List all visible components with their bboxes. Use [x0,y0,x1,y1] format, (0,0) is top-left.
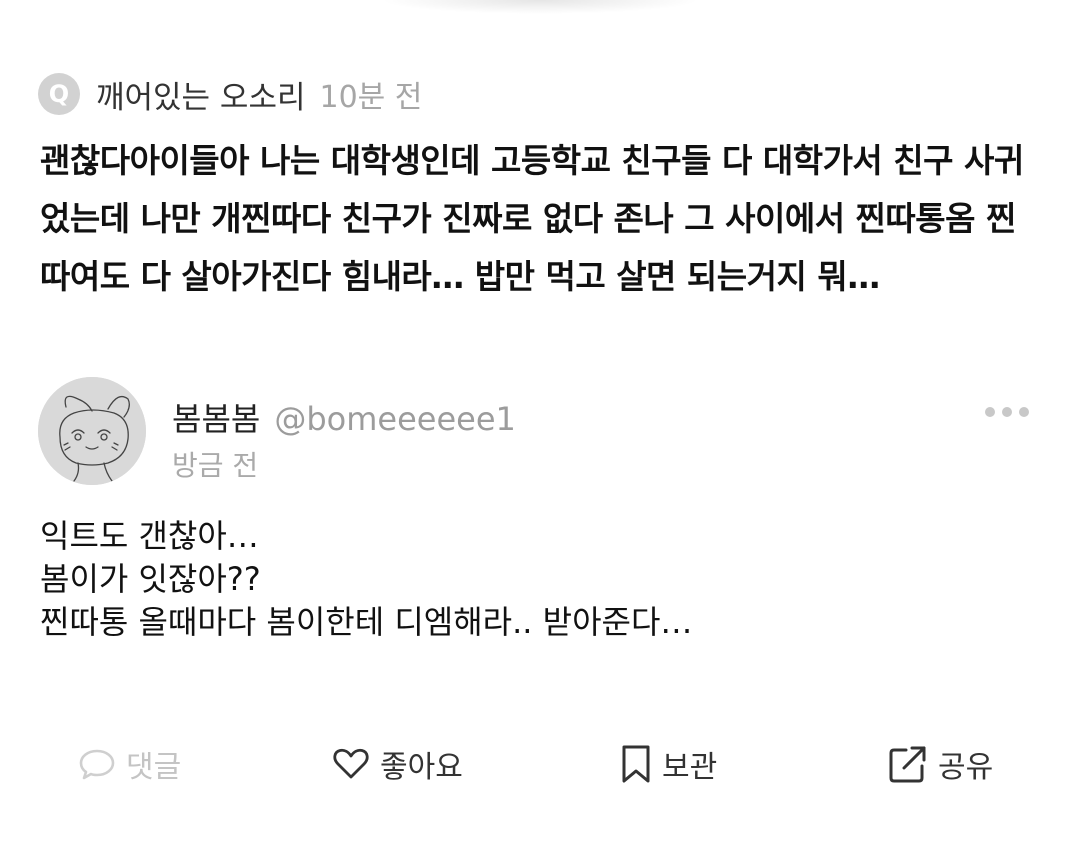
q-badge-letter: Q [48,80,70,108]
question-text: 괜찮다아이들아 나는 대학생인데 고등학교 친구들 다 대학가서 친구 사귀었는… [40,141,1024,296]
answer-time: 방금 전 [172,449,259,482]
more-dot [1019,407,1029,417]
answer-author-handle[interactable]: @bomeeeeee1 [274,400,516,438]
like-button[interactable]: 좋아요 [332,738,463,790]
answer-author-row: 봄봄봄 @bomeeeeee1 [172,394,516,440]
more-dot [1002,407,1012,417]
question-header: Q 깨어있는 오소리 10분 전 [38,72,422,116]
heart-icon [333,748,369,779]
comment-button[interactable]: 댓글 [78,738,181,790]
post-page: Q 깨어있는 오소리 10분 전 괜찮다아이들아 나는 대학생인데 고등학교 친… [0,0,1080,854]
share-button[interactable]: 공유 [888,738,993,790]
answer-line: 익트도 갠찮아… [40,517,259,555]
answer-line: 봄이가 잇잖아?? [40,560,261,598]
like-label: 좋아요 [380,750,463,785]
more-dot [985,407,995,417]
question-author[interactable]: 깨어있는 오소리 [96,72,306,117]
comment-bubble-icon [79,749,115,780]
question-time: 10분 전 [319,80,423,115]
save-label: 보관 [662,750,718,785]
answer-text: 익트도 갠찮아… 봄이가 잇잖아?? 찐따통 올때마다 봄이한테 디엠해라.. … [40,515,1040,644]
bookmark-icon [622,745,650,783]
comment-label: 댓글 [126,750,182,785]
avatar[interactable] [38,377,146,485]
q-badge-icon: Q [38,73,80,115]
more-dots-icon[interactable] [985,398,1029,426]
answer-author-name[interactable]: 봄봄봄 [172,394,260,440]
share-label: 공유 [938,750,994,785]
top-shadow [380,0,700,14]
share-icon [889,746,926,783]
avatar-drawing [38,377,146,485]
answer-line: 찐따통 올때마다 봄이한테 디엠해라.. 받아준다… [40,603,693,641]
save-button[interactable]: 보관 [620,738,717,790]
